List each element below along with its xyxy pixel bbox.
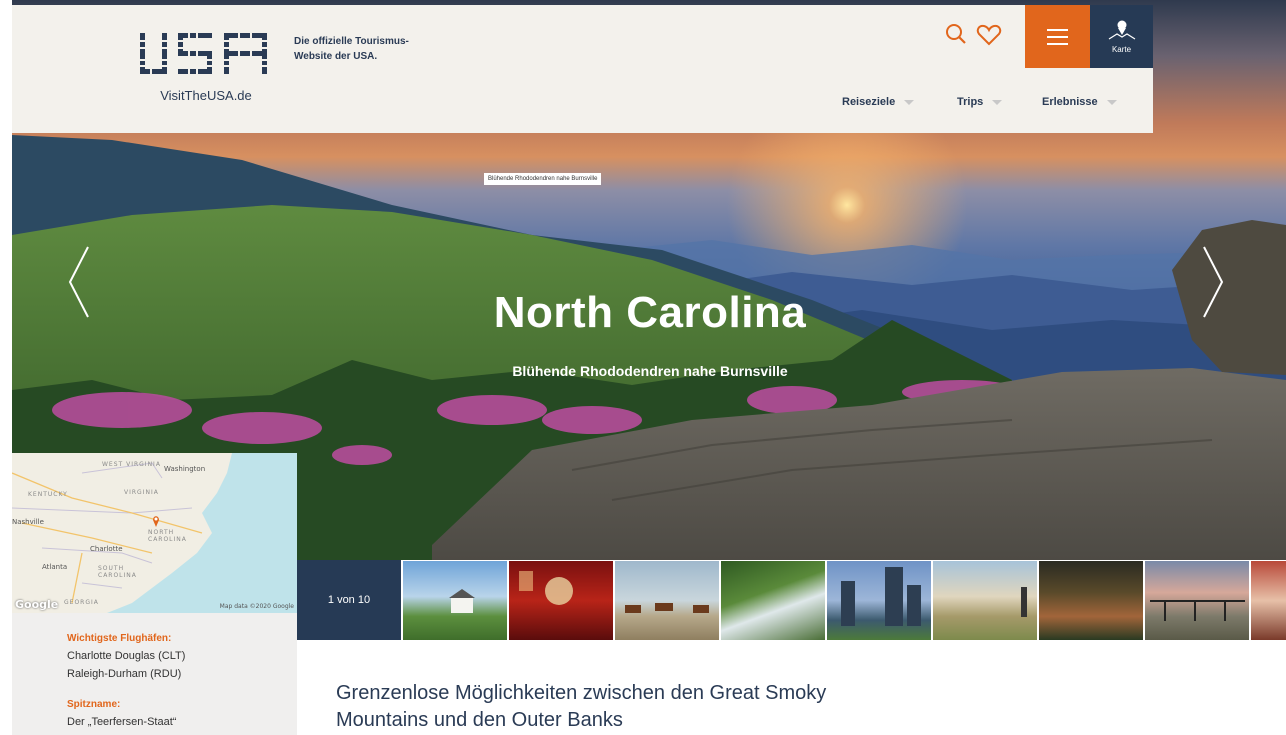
thumbnail-7[interactable] <box>1039 561 1143 640</box>
hamburger-icon <box>1047 29 1068 31</box>
tagline: Die offizielle Tourismus-Website der USA… <box>294 36 409 62</box>
map-label: Nashville <box>12 518 44 526</box>
slide-counter: 1 von 10 <box>297 560 401 640</box>
nav-reiseziele[interactable]: Reiseziele <box>842 96 915 108</box>
map-label: Washington <box>164 465 206 473</box>
airports-heading: Wichtigste Flughäfen: <box>67 633 172 644</box>
search-button[interactable] <box>944 22 968 48</box>
hero-title: North Carolina <box>493 288 807 337</box>
nav-trips[interactable]: Trips <box>957 96 1003 108</box>
favorites-button[interactable] <box>976 22 1002 48</box>
thumbnail-6[interactable] <box>933 561 1037 640</box>
search-icon <box>946 24 966 44</box>
image-caption-tag: Blühende Rhododendren nahe Burnsville <box>484 173 602 185</box>
map-label: SOUTH CAROLINA <box>98 565 137 579</box>
state-info-panel: Wichtigste Flughäfen: Charlotte Douglas … <box>12 613 297 735</box>
airport-item: Charlotte Douglas (CLT) <box>67 650 186 662</box>
usa-logo[interactable] <box>138 31 270 89</box>
chevron-left-icon <box>68 246 89 318</box>
page-headline: Grenzenlose Möglichkeiten zwischen den G… <box>336 682 827 731</box>
nickname-value: Der „Teerfersen-Staat“ <box>67 716 177 728</box>
nav-erlebnisse[interactable]: Erlebnisse <box>1042 96 1117 108</box>
map-label: KENTUCKY <box>28 491 68 498</box>
menu-button[interactable] <box>1025 5 1090 68</box>
hero-subtitle: Blühende Rhododendren nahe Burnsville <box>512 363 788 379</box>
thumbnail-3[interactable] <box>615 561 719 640</box>
map-label: Atlanta <box>42 563 68 571</box>
chevron-down-icon <box>992 99 1003 105</box>
map-button[interactable]: Karte <box>1090 5 1153 68</box>
thumbnail-5[interactable] <box>827 561 931 640</box>
thumbnail-2[interactable] <box>509 561 613 640</box>
map-label: Charlotte <box>90 545 123 553</box>
map-label: NORTH CAROLINA <box>148 529 187 543</box>
map-button-label: Karte <box>1111 45 1132 54</box>
map-pin-icon <box>1108 20 1136 40</box>
thumbnail-8[interactable] <box>1145 561 1249 640</box>
thumbnail-9[interactable] <box>1251 561 1286 640</box>
nickname-heading: Spitzname: <box>67 699 121 710</box>
thumbnail-1[interactable] <box>403 561 507 640</box>
google-logo: Google <box>15 598 59 611</box>
thumbnail-4[interactable] <box>721 561 825 640</box>
next-slide-button[interactable] <box>1196 243 1230 321</box>
airport-item: Raleigh-Durham (RDU) <box>67 668 182 680</box>
logo-text[interactable]: VisitTheUSA.de <box>140 88 272 103</box>
map-label: GEORGIA <box>64 599 99 606</box>
chevron-down-icon <box>1106 99 1117 105</box>
heart-icon <box>976 24 1002 46</box>
chevron-down-icon <box>904 99 915 105</box>
map-label: VIRGINIA <box>124 489 159 496</box>
location-map[interactable]: WEST VIRGINIA Washington KENTUCKY VIRGIN… <box>12 453 297 613</box>
map-label: WEST VIRGINIA <box>102 461 161 468</box>
previous-slide-button[interactable] <box>62 243 96 321</box>
chevron-right-icon <box>1203 246 1224 318</box>
map-attribution[interactable]: Map data ©2020 Google <box>220 603 294 610</box>
